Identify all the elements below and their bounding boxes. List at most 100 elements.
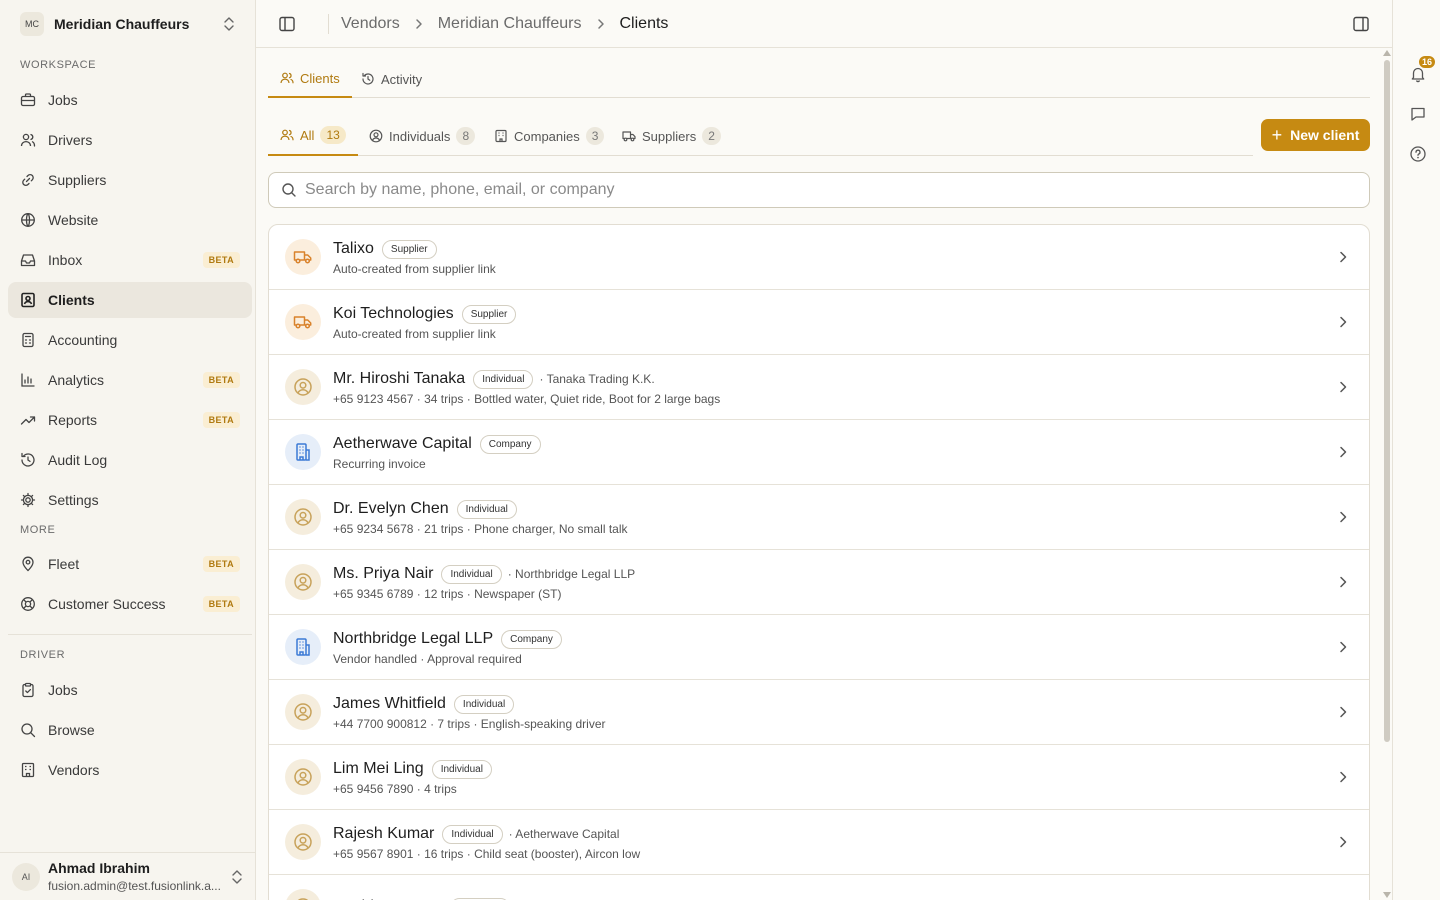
user-name: Ahmad Ibrahim — [48, 860, 150, 876]
chevron-right-icon — [1340, 316, 1347, 328]
client-name: Northbridge Legal LLP — [333, 630, 494, 647]
sidebar-item-audit-log[interactable]: Audit Log — [8, 442, 252, 478]
sidebar-item-reports[interactable]: Reports BETA — [8, 402, 252, 438]
tab-activity[interactable]: Activity — [349, 60, 434, 98]
search-input[interactable] — [305, 181, 1357, 199]
filter-all[interactable]: All 13 — [268, 116, 358, 156]
client-name: Ms. Priya Nair — [333, 565, 434, 582]
client-row[interactable]: James Whitfield Individual +44 7700 900812… — [269, 680, 1369, 745]
help-icon[interactable] — [1409, 145, 1427, 163]
client-details: +44 7700 900812 · 7 trips · English-spea… — [333, 717, 606, 731]
sidebar-item-label: Drivers — [48, 132, 93, 148]
sidebar-item-label: Website — [48, 212, 99, 228]
sidebar-item-label: Fleet — [48, 556, 80, 572]
page-tabs: Clients Activity — [268, 60, 1370, 98]
chevron-right-icon — [1340, 641, 1347, 653]
client-row[interactable]: Lim Mei Ling Individual +65 9456 7890 · 4 … — [269, 745, 1369, 810]
sidebar-item-customer-success[interactable]: Customer Success BETA — [8, 586, 252, 622]
client-details: Vendor handled · Approval required — [333, 652, 522, 666]
client-type-badge: Company — [479, 434, 541, 454]
scrollbar-thumb[interactable] — [1384, 60, 1390, 742]
client-row[interactable]: Rajesh Kumar Individual · Aetherwave Capit… — [269, 810, 1369, 875]
right-rail — [1392, 0, 1440, 900]
client-row[interactable]: Koi Technologies Supplier Auto-created fro… — [269, 290, 1369, 355]
filter-suppliers[interactable]: Suppliers 2 — [610, 116, 733, 156]
client-affiliation: · Tanaka Trading K.K. — [539, 372, 655, 386]
chevron-right-icon — [1340, 381, 1347, 393]
sidebar-item-driver-jobs[interactable]: Jobs — [8, 672, 252, 708]
search-icon — [281, 182, 297, 198]
client-name: Mr. Hiroshi Tanaka — [333, 370, 466, 387]
building-icon — [20, 762, 36, 778]
filter-suppliers-label: Suppliers — [642, 128, 697, 144]
chat-icon[interactable] — [1409, 105, 1427, 123]
sidebar-item-website[interactable]: Website — [8, 202, 252, 238]
gear-icon — [20, 492, 36, 508]
sidebar-item-jobs[interactable]: Jobs — [8, 82, 252, 118]
plus-icon: + — [1271, 125, 1283, 145]
filter-companies[interactable]: Companies 3 — [482, 116, 616, 156]
filter-individuals-label: Individuals — [389, 128, 451, 144]
user-email: fusion.admin@test.fusionlink.a... — [48, 879, 221, 893]
truck-icon — [622, 129, 636, 143]
sidebar-item-drivers[interactable]: Drivers — [8, 122, 252, 158]
sidebar-item-label: Suppliers — [48, 172, 107, 188]
contact-icon — [20, 292, 36, 308]
beta-badge: BETA — [202, 412, 240, 428]
calculator-icon — [20, 332, 36, 348]
sidebar-item-inbox[interactable]: Inbox BETA — [8, 242, 252, 278]
tab-clients[interactable]: Clients — [268, 60, 352, 98]
sidebar-item-driver-browse[interactable]: Browse — [8, 712, 252, 748]
main-content: Clients Activity All 13 Individuals 8 Co… — [268, 48, 1370, 900]
filter-suppliers-count: 2 — [702, 127, 721, 145]
chevron-right-icon — [1340, 576, 1347, 588]
bar-chart-icon — [20, 372, 36, 388]
scroll-up-arrow-icon[interactable] — [1383, 50, 1391, 56]
sidebar-item-analytics[interactable]: Analytics BETA — [8, 362, 252, 398]
client-type-badge: Individual — [442, 824, 503, 844]
beta-badge: BETA — [202, 596, 240, 612]
scroll-down-arrow-icon[interactable] — [1383, 892, 1391, 898]
sidebar-item-label: Jobs — [48, 92, 78, 108]
client-row[interactable]: Talixo Supplier Auto-created from supplier… — [269, 225, 1369, 290]
sidebar-item-settings[interactable]: Settings — [8, 482, 252, 518]
globe-icon — [20, 212, 36, 228]
client-row[interactable]: Aetherwave Capital Company Recurring invoi… — [269, 420, 1369, 485]
client-row[interactable]: Northbridge Legal LLP Company Vendor handl… — [269, 615, 1369, 680]
client-details: +65 9234 5678 · 21 trips · Phone charger… — [333, 522, 628, 536]
user-circle-icon — [285, 889, 321, 900]
panel-toggle-icon[interactable] — [1352, 15, 1370, 33]
users-icon — [280, 128, 294, 142]
sidebar-item-suppliers[interactable]: Suppliers — [8, 162, 252, 198]
sidebar-item-clients[interactable]: Clients — [8, 282, 252, 318]
user-circle-icon — [285, 499, 321, 535]
sidebar-item-label: Jobs — [48, 682, 78, 698]
map-pin-icon — [20, 556, 36, 572]
breadcrumb-vendor-name[interactable]: Meridian Chauffeurs — [438, 15, 582, 33]
client-row[interactable]: Sophia LaurentIndividual — [269, 875, 1369, 900]
new-client-button[interactable]: + New client — [1261, 119, 1370, 151]
users-icon — [20, 132, 36, 148]
client-row[interactable]: Mr. Hiroshi Tanaka Individual · Tanaka Tra… — [269, 355, 1369, 420]
client-details: Recurring invoice — [333, 457, 426, 471]
filter-individuals[interactable]: Individuals 8 — [357, 116, 487, 156]
sidebar-item-label: Settings — [48, 492, 99, 508]
workspace-switcher[interactable]: MC Meridian Chauffeurs — [8, 8, 248, 40]
user-menu[interactable]: AI Ahmad Ibrahim fusion.admin@test.fusio… — [0, 852, 256, 900]
client-type-badge: Individual — [473, 369, 534, 389]
chevron-right-icon — [594, 17, 608, 31]
user-circle-icon — [285, 759, 321, 795]
sidebar-item-label: Browse — [48, 722, 95, 738]
breadcrumb-vendors[interactable]: Vendors — [341, 15, 400, 33]
sidebar-item-accounting[interactable]: Accounting — [8, 322, 252, 358]
sidebar-toggle-icon[interactable] — [278, 15, 296, 33]
client-row[interactable]: Dr. Evelyn Chen Individual +65 9234 5678 ·… — [269, 485, 1369, 550]
client-name: Aetherwave Capital — [333, 435, 472, 452]
building-icon — [285, 434, 321, 470]
sidebar-item-fleet[interactable]: Fleet BETA — [8, 546, 252, 582]
tab-activity-label: Activity — [381, 71, 423, 87]
sidebar-item-driver-vendors[interactable]: Vendors — [8, 752, 252, 788]
client-type-badge: Individual — [441, 564, 502, 584]
filter-individuals-count: 8 — [456, 127, 476, 145]
client-row[interactable]: Ms. Priya Nair Individual · Northbridge Le… — [269, 550, 1369, 615]
